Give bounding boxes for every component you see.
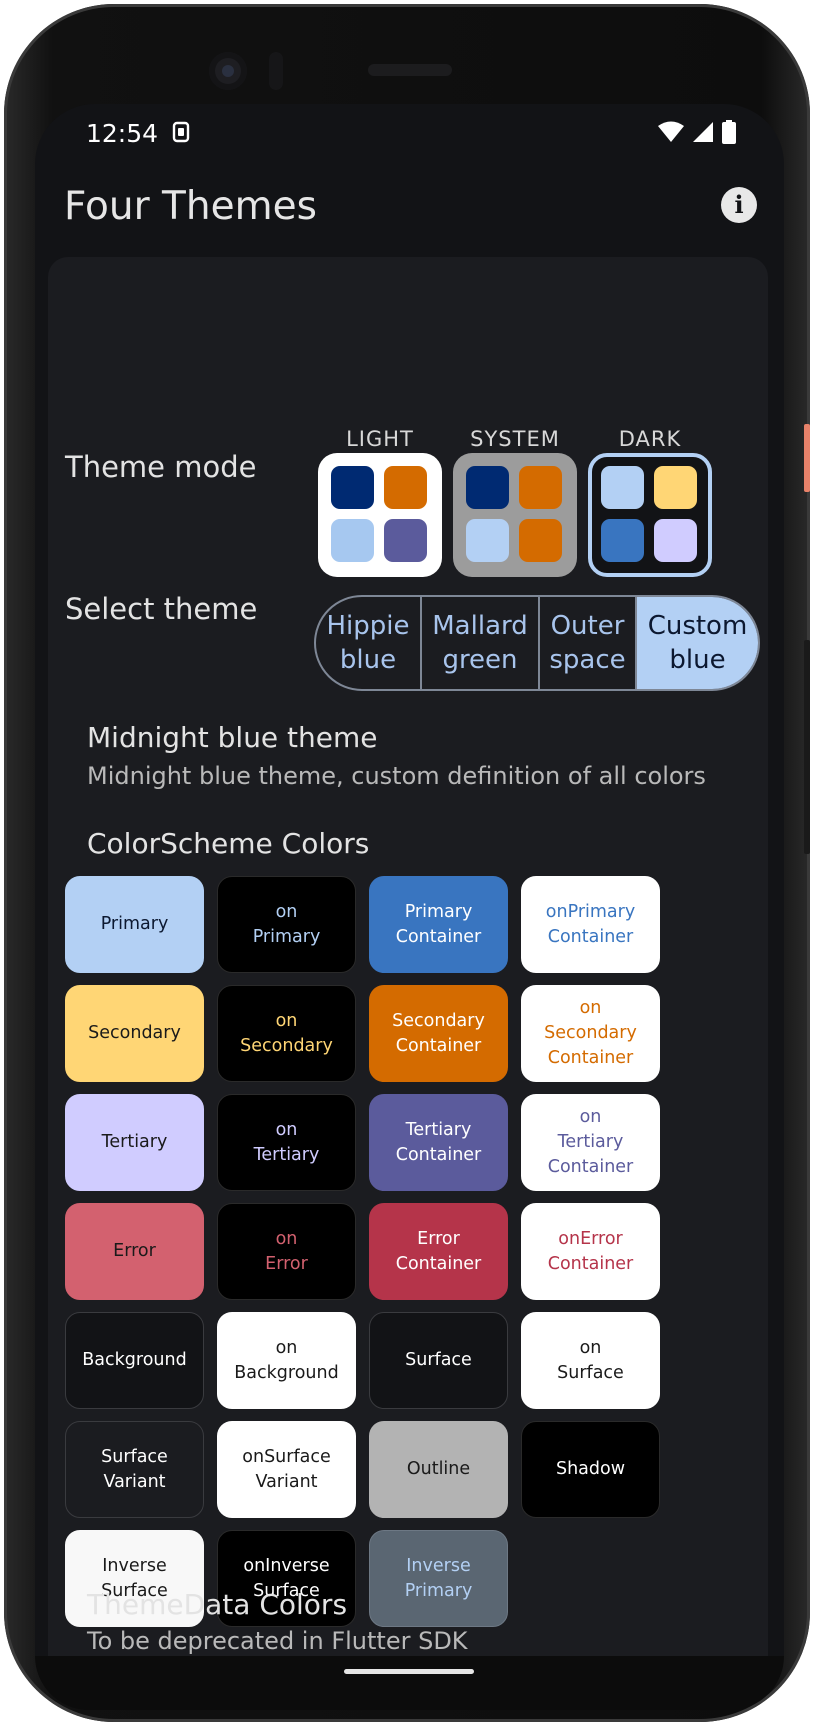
theme-name: Midnight blue theme bbox=[87, 721, 378, 754]
color-tile-onsurface-variant[interactable]: onSurface Variant bbox=[217, 1421, 356, 1518]
theme-description: Midnight blue theme, custom definition o… bbox=[87, 762, 706, 790]
theme-settings-card: Theme mode LIGHT SYSTEM DARK Select them… bbox=[48, 257, 768, 1656]
colorscheme-title: ColorScheme Colors bbox=[87, 827, 370, 860]
app-title: Four Themes bbox=[64, 184, 317, 229]
theme-mode-swatch bbox=[466, 519, 509, 562]
theme-option-label: Hippie blue bbox=[326, 611, 410, 675]
theme-option-outer-space[interactable]: Outer space bbox=[540, 597, 637, 689]
theme-mode-swatch bbox=[331, 466, 374, 509]
theme-mode-swatch bbox=[654, 519, 697, 562]
info-icon[interactable]: i bbox=[721, 187, 757, 223]
color-tile-inverse-primary[interactable]: Inverse Primary bbox=[369, 1530, 508, 1627]
color-tile-error-container[interactable]: Error Container bbox=[369, 1203, 508, 1300]
status-bar: 12:54 bbox=[35, 104, 784, 164]
theme-option-label: Mallard green bbox=[432, 611, 528, 675]
theme-mode-swatch bbox=[384, 519, 427, 562]
theme-option-custom-blue[interactable]: Custom blue bbox=[637, 597, 758, 689]
color-tile-error[interactable]: Error bbox=[65, 1203, 204, 1300]
themedata-subtitle: To be deprecated in Flutter SDK bbox=[87, 1627, 468, 1655]
color-tile-tertiary-container[interactable]: Tertiary Container bbox=[369, 1094, 508, 1191]
color-tile-outline[interactable]: Outline bbox=[369, 1421, 508, 1518]
color-tile-primary-container[interactable]: Primary Container bbox=[369, 876, 508, 973]
theme-mode-swatch bbox=[384, 466, 427, 509]
theme-mode-light-button[interactable] bbox=[318, 453, 442, 577]
wifi-icon bbox=[658, 121, 684, 142]
battery-icon bbox=[722, 120, 736, 144]
color-tile-secondary[interactable]: Secondary bbox=[65, 985, 204, 1082]
color-tile-surface-variant[interactable]: Surface Variant bbox=[65, 1421, 204, 1518]
color-tile-onerror-container[interactable]: onError Container bbox=[521, 1203, 660, 1300]
sim-icon bbox=[172, 121, 190, 143]
theme-mode-system-button[interactable] bbox=[453, 453, 577, 577]
color-tile-surface[interactable]: Surface bbox=[369, 1312, 508, 1409]
color-tile-on-error[interactable]: on Error bbox=[217, 1203, 356, 1300]
theme-mode-swatch bbox=[466, 466, 509, 509]
theme-option-mallard-green[interactable]: Mallard green bbox=[422, 597, 540, 689]
color-tile-on-surface[interactable]: on Surface bbox=[521, 1312, 660, 1409]
mode-label-light: LIGHT bbox=[346, 427, 414, 451]
select-theme-label: Select theme bbox=[65, 592, 258, 626]
color-tile-shadow[interactable]: Shadow bbox=[521, 1421, 660, 1518]
mode-label-system: SYSTEM bbox=[470, 427, 560, 451]
screen: 12:54 Four Themes i Theme mode LIGHT SYS… bbox=[35, 104, 784, 1656]
power-button bbox=[804, 640, 810, 854]
phone-frame: 12:54 Four Themes i Theme mode LIGHT SYS… bbox=[4, 4, 810, 1722]
nav-bar bbox=[35, 1656, 784, 1710]
theme-option-label: Outer space bbox=[549, 611, 626, 675]
home-indicator[interactable] bbox=[344, 1669, 474, 1674]
signal-icon bbox=[693, 122, 713, 142]
front-camera bbox=[209, 52, 247, 90]
theme-mode-swatch bbox=[601, 519, 644, 562]
mode-label-dark: DARK bbox=[618, 427, 682, 451]
status-time: 12:54 bbox=[86, 119, 159, 148]
color-tile-on-tertiary-container[interactable]: on Tertiary Container bbox=[521, 1094, 660, 1191]
color-tile-background[interactable]: Background bbox=[65, 1312, 204, 1409]
theme-mode-swatch bbox=[519, 519, 562, 562]
theme-mode-swatch bbox=[519, 466, 562, 509]
theme-selector: Hippie blue Mallard green Outer space Cu… bbox=[314, 595, 760, 691]
theme-option-label: Custom blue bbox=[647, 611, 748, 675]
color-tile-on-tertiary[interactable]: on Tertiary bbox=[217, 1094, 356, 1191]
proximity-sensor bbox=[269, 52, 283, 90]
color-tile-primary[interactable]: Primary bbox=[65, 876, 204, 973]
theme-mode-swatch bbox=[654, 466, 697, 509]
color-tile-on-secondary[interactable]: on Secondary bbox=[217, 985, 356, 1082]
color-tile-on-secondary-container[interactable]: on Secondary Container bbox=[521, 985, 660, 1082]
color-tile-tertiary[interactable]: Tertiary bbox=[65, 1094, 204, 1191]
theme-mode-swatch bbox=[601, 466, 644, 509]
theme-option-hippie-blue[interactable]: Hippie blue bbox=[316, 597, 422, 689]
theme-mode-dark-button[interactable] bbox=[588, 453, 712, 577]
color-tile-on-background[interactable]: on Background bbox=[217, 1312, 356, 1409]
themedata-title: ThemeData Colors bbox=[87, 1588, 348, 1621]
color-tile-onprimary-container[interactable]: onPrimary Container bbox=[521, 876, 660, 973]
volume-button bbox=[804, 424, 810, 492]
theme-mode-label: Theme mode bbox=[65, 450, 257, 484]
earpiece-speaker bbox=[368, 64, 452, 76]
theme-mode-swatch bbox=[331, 519, 374, 562]
color-tile-secondary-container[interactable]: Secondary Container bbox=[369, 985, 508, 1082]
color-tile-on-primary[interactable]: on Primary bbox=[217, 876, 356, 973]
